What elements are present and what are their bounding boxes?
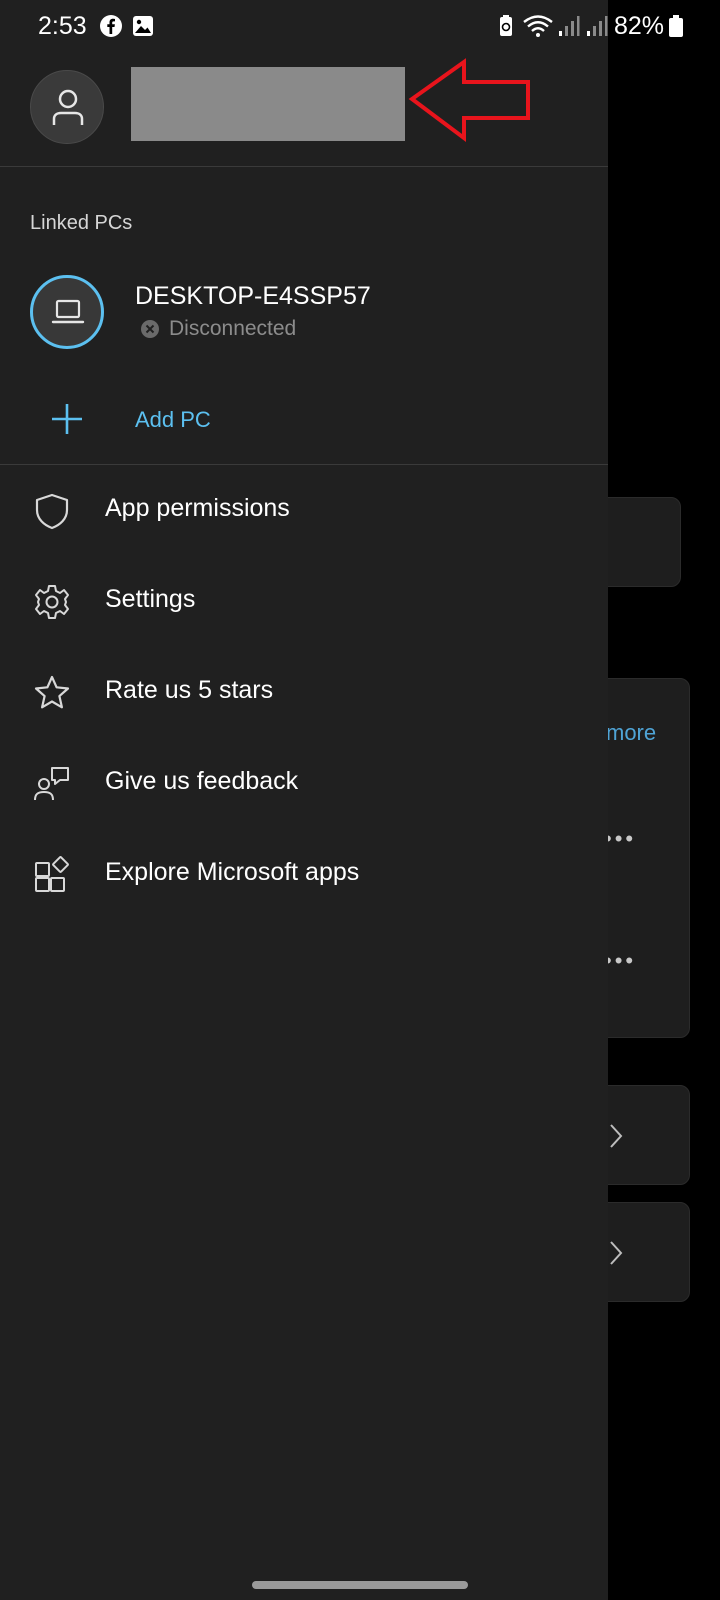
pc-connection-status: Disconnected [169, 317, 297, 340]
status-time: 2:53 [38, 12, 87, 40]
menu-item-feedback[interactable]: Give us feedback [0, 738, 608, 829]
annotation-arrow-icon [408, 58, 530, 142]
battery-saver-icon [500, 15, 512, 36]
laptop-icon [51, 299, 85, 324]
signal-icon [587, 16, 608, 36]
phone-screen: more ••• ••• 2:53 82% Linked PCs DESKTOP… [0, 0, 720, 1600]
x-circle-icon [141, 320, 159, 338]
menu-item-label: Explore Microsoft apps [105, 858, 360, 886]
person-icon [52, 89, 84, 125]
profile-name-redacted[interactable] [131, 67, 405, 141]
menu-item-label: Settings [105, 585, 196, 613]
plus-icon [52, 404, 82, 434]
apps-icon [35, 856, 69, 892]
pc-name: DESKTOP-E4SSP57 [135, 282, 371, 310]
navigation-drawer: Linked PCs DESKTOP-E4SSP57 Disconnected … [0, 0, 608, 1600]
drawer-menu: App permissions Settings Rate us 5 stars [0, 465, 608, 920]
feedback-icon [34, 767, 69, 801]
menu-item-settings[interactable]: Settings [0, 556, 608, 647]
battery-icon [669, 15, 683, 37]
battery-percentage: 82% [614, 12, 665, 40]
status-bar: 2:53 82% [0, 0, 720, 54]
shield-icon [35, 493, 69, 530]
profile-avatar[interactable] [30, 70, 104, 144]
signal-icon [559, 16, 580, 36]
menu-item-explore-apps[interactable]: Explore Microsoft apps [0, 829, 608, 920]
add-pc-label: Add PC [135, 407, 211, 432]
wifi-icon [523, 15, 553, 37]
menu-item-label: Give us feedback [105, 767, 299, 795]
menu-item-rate-us[interactable]: Rate us 5 stars [0, 647, 608, 738]
menu-item-label: App permissions [105, 494, 290, 522]
add-pc-button[interactable]: Add PC [0, 385, 608, 455]
chevron-right-icon [610, 1124, 623, 1148]
more-options-icon[interactable]: ••• [604, 948, 636, 974]
facebook-icon [100, 15, 122, 37]
gesture-nav-handle[interactable] [252, 1581, 468, 1589]
star-icon [34, 675, 70, 709]
chevron-right-icon [610, 1241, 623, 1265]
gear-icon [35, 585, 69, 619]
divider [0, 166, 608, 167]
pc-avatar [30, 275, 104, 349]
gallery-icon [133, 16, 153, 36]
more-options-icon[interactable]: ••• [604, 826, 636, 852]
background-more-link[interactable]: more [606, 720, 656, 746]
linked-pcs-heading: Linked PCs [30, 212, 133, 234]
linked-pc-item[interactable]: DESKTOP-E4SSP57 Disconnected [0, 262, 608, 362]
menu-item-label: Rate us 5 stars [105, 676, 274, 704]
menu-item-app-permissions[interactable]: App permissions [0, 465, 608, 556]
